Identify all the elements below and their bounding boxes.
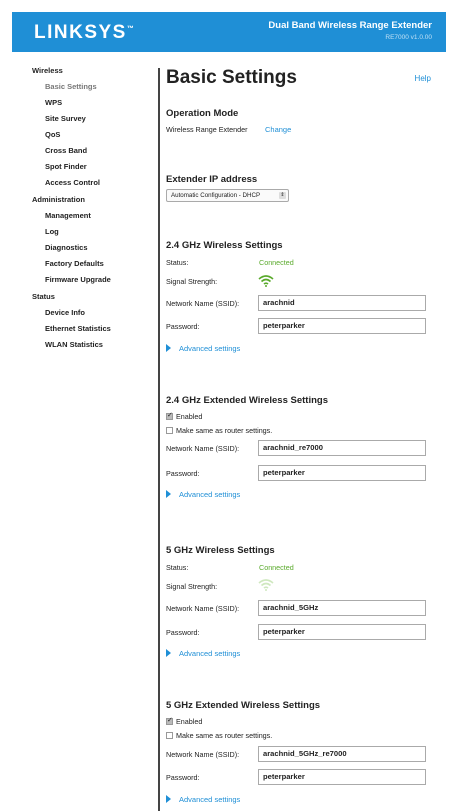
sidebar-section-wireless[interactable]: Wireless: [32, 66, 63, 75]
w24ext-password-input[interactable]: peterparker: [258, 465, 426, 481]
sidebar-divider: [158, 68, 160, 811]
w24-heading: 2.4 GHz Wireless Settings: [166, 240, 283, 251]
expand-arrow-icon: [166, 795, 171, 803]
w5ext-enabled-checkbox[interactable]: [166, 716, 173, 725]
w5-signal-label: Signal Strength:: [166, 582, 218, 591]
w24ext-same-as-router-label: Make same as router settings.: [176, 426, 273, 435]
w24ext-password-label: Password:: [166, 469, 200, 478]
sidebar-item-firmware-upgrade[interactable]: Firmware Upgrade: [45, 275, 111, 284]
w5ext-ssid-label: Network Name (SSID):: [166, 750, 240, 759]
wifi-signal-strong-icon: [258, 275, 274, 287]
w5-status-value: Connected: [259, 563, 294, 572]
w24ext-heading: 2.4 GHz Extended Wireless Settings: [166, 395, 328, 406]
sidebar-item-diagnostics[interactable]: Diagnostics: [45, 243, 88, 252]
w5-advanced-settings[interactable]: Advanced settings: [166, 649, 240, 658]
w5-ssid-input[interactable]: arachnid_5GHz: [258, 600, 426, 616]
sidebar-item-device-info[interactable]: Device Info: [45, 308, 85, 317]
wifi-signal-weak-icon: [258, 579, 274, 591]
product-name: Dual Band Wireless Range Extender: [268, 20, 432, 31]
sidebar-item-cross-band[interactable]: Cross Band: [45, 146, 87, 155]
sidebar-section-status[interactable]: Status: [32, 292, 55, 301]
expand-arrow-icon: [166, 490, 171, 498]
ip-address-heading: Extender IP address: [166, 174, 258, 185]
w24ext-enabled-checkbox[interactable]: [166, 411, 173, 420]
select-arrow-icon: ⇕: [279, 192, 286, 199]
sidebar-item-log[interactable]: Log: [45, 227, 59, 236]
w5-heading: 5 GHz Wireless Settings: [166, 545, 275, 556]
sidebar-item-ethernet-statistics[interactable]: Ethernet Statistics: [45, 324, 111, 333]
w5-password-label: Password:: [166, 628, 200, 637]
w24ext-enabled-label: Enabled: [176, 412, 203, 421]
sidebar-section-administration[interactable]: Administration: [32, 195, 85, 204]
sidebar-item-spot-finder[interactable]: Spot Finder: [45, 162, 87, 171]
w24-status-label: Status:: [166, 258, 189, 267]
w24-ssid-input[interactable]: arachnid: [258, 295, 426, 311]
w5ext-heading: 5 GHz Extended Wireless Settings: [166, 700, 321, 711]
w5ext-ssid-input[interactable]: arachnid_5GHz_re7000: [258, 746, 426, 762]
w5-password-input[interactable]: peterparker: [258, 624, 426, 640]
w5ext-same-as-router-label: Make same as router settings.: [176, 731, 273, 740]
w5ext-password-label: Password:: [166, 773, 200, 782]
page-title: Basic Settings: [166, 67, 297, 88]
w24-password-input[interactable]: peterparker: [258, 318, 426, 334]
w5ext-password-input[interactable]: peterparker: [258, 769, 426, 785]
operation-mode-heading: Operation Mode: [166, 108, 239, 119]
sidebar-item-management[interactable]: Management: [45, 211, 91, 220]
w24ext-ssid-input[interactable]: arachnid_re7000: [258, 440, 426, 456]
w24-status-value: Connected: [259, 258, 294, 267]
w24-advanced-settings[interactable]: Advanced settings: [166, 344, 240, 353]
help-link[interactable]: Help: [415, 74, 431, 83]
expand-arrow-icon: [166, 344, 171, 352]
w5ext-same-as-router-checkbox[interactable]: [166, 732, 173, 739]
w24-ssid-label: Network Name (SSID):: [166, 299, 240, 308]
w5-status-label: Status:: [166, 563, 189, 572]
firmware-version: RE7000 v1.0.00: [385, 34, 432, 41]
linksys-logo: LINKSYS™: [34, 22, 134, 43]
sidebar-item-qos[interactable]: QoS: [45, 130, 60, 139]
sidebar-item-wlan-statistics[interactable]: WLAN Statistics: [45, 340, 103, 349]
sidebar-item-factory-defaults[interactable]: Factory Defaults: [45, 259, 104, 268]
w24-signal-label: Signal Strength:: [166, 277, 218, 286]
w24ext-ssid-label: Network Name (SSID):: [166, 444, 240, 453]
w5ext-advanced-settings[interactable]: Advanced settings: [166, 795, 240, 804]
sidebar-item-basic-settings[interactable]: Basic Settings: [45, 82, 97, 91]
sidebar-item-access-control[interactable]: Access Control: [45, 178, 100, 187]
w5-ssid-label: Network Name (SSID):: [166, 604, 240, 613]
ip-config-select[interactable]: Automatic Configuration - DHCP ⇕: [166, 189, 289, 202]
w24ext-same-as-router-checkbox[interactable]: [166, 427, 173, 434]
change-mode-link[interactable]: Change: [265, 125, 291, 134]
ip-config-selected: Automatic Configuration - DHCP: [171, 192, 261, 199]
expand-arrow-icon: [166, 649, 171, 657]
operation-mode-value: Wireless Range Extender: [166, 125, 248, 134]
w24ext-advanced-settings[interactable]: Advanced settings: [166, 490, 240, 499]
w24-password-label: Password:: [166, 322, 200, 331]
w5ext-enabled-label: Enabled: [176, 717, 203, 726]
header-bar: LINKSYS™ Dual Band Wireless Range Extend…: [12, 12, 446, 52]
sidebar-item-wps[interactable]: WPS: [45, 98, 62, 107]
sidebar-item-site-survey[interactable]: Site Survey: [45, 114, 86, 123]
